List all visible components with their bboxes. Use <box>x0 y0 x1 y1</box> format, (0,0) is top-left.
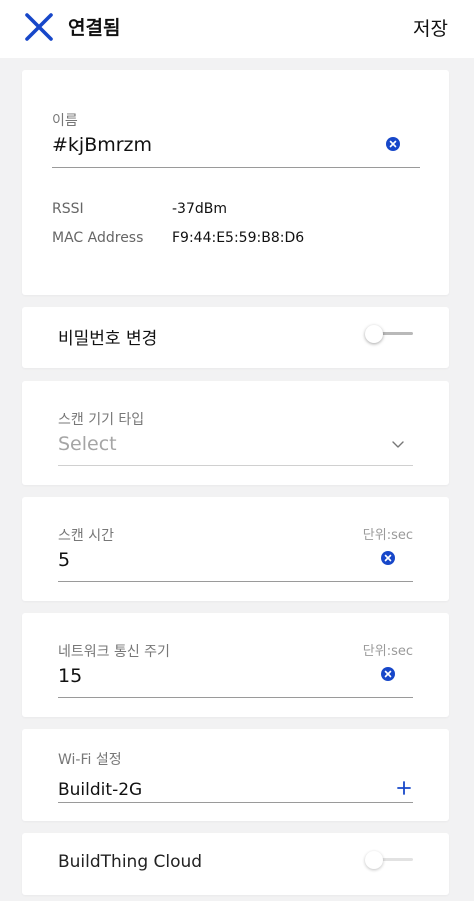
name-underline <box>52 167 420 168</box>
scan-type-underline <box>58 465 413 466</box>
cloud-toggle[interactable] <box>365 850 413 870</box>
scan-time-underline <box>58 581 413 582</box>
add-icon[interactable] <box>397 781 411 795</box>
network-interval-unit: 단위:sec <box>362 644 413 659</box>
clear-name-icon[interactable] <box>386 137 400 151</box>
network-interval-card: 네트워크 통신 주기 단위:sec 15 <box>22 613 449 717</box>
close-icon[interactable] <box>24 12 54 42</box>
scan-type-select[interactable]: Select <box>58 433 117 455</box>
clear-network-interval-icon[interactable] <box>381 667 395 681</box>
name-input[interactable]: #kjBmrzm <box>52 134 152 156</box>
wifi-card: Wi-Fi 설정 Buildit-2G <box>22 729 449 821</box>
cloud-label: BuildThing Cloud <box>58 852 203 872</box>
wifi-label: Wi-Fi 설정 <box>58 752 122 768</box>
scan-type-card: 스캔 기기 타입 Select <box>22 381 449 485</box>
top-app-bar: 연결됨 저장 <box>0 0 474 58</box>
network-interval-underline <box>58 697 413 698</box>
password-change-toggle[interactable] <box>365 324 413 344</box>
scan-time-unit: 단위:sec <box>362 528 413 543</box>
password-change-label: 비밀번호 변경 <box>58 329 158 349</box>
page-title: 연결됨 <box>68 17 121 39</box>
rssi-label: RSSI <box>52 201 84 217</box>
wifi-underline <box>58 802 413 803</box>
mac-label: MAC Address <box>52 230 144 246</box>
name-label: 이름 <box>52 113 78 129</box>
network-interval-input[interactable]: 15 <box>58 665 82 687</box>
toggle-knob <box>365 325 383 343</box>
toggle-knob <box>365 851 383 869</box>
save-button[interactable]: 저장 <box>413 14 448 41</box>
mac-value: F9:44:E5:59:B8:D6 <box>172 230 305 246</box>
clear-scan-time-icon[interactable] <box>381 551 395 565</box>
rssi-value: -37dBm <box>172 201 227 217</box>
scan-time-input[interactable]: 5 <box>58 549 70 571</box>
scan-time-card: 스캔 시간 단위:sec 5 <box>22 497 449 601</box>
wifi-value[interactable]: Buildit-2G <box>58 780 142 800</box>
device-info-card: 이름 #kjBmrzm RSSI -37dBm MAC Address F9:4… <box>22 70 449 295</box>
cloud-card: BuildThing Cloud <box>22 833 449 895</box>
password-change-card: 비밀번호 변경 <box>22 307 449 368</box>
network-interval-label: 네트워크 통신 주기 <box>58 644 170 660</box>
scan-type-label: 스캔 기기 타입 <box>58 412 145 428</box>
scan-time-label: 스캔 시간 <box>58 528 114 544</box>
chevron-down-icon[interactable] <box>391 440 405 450</box>
